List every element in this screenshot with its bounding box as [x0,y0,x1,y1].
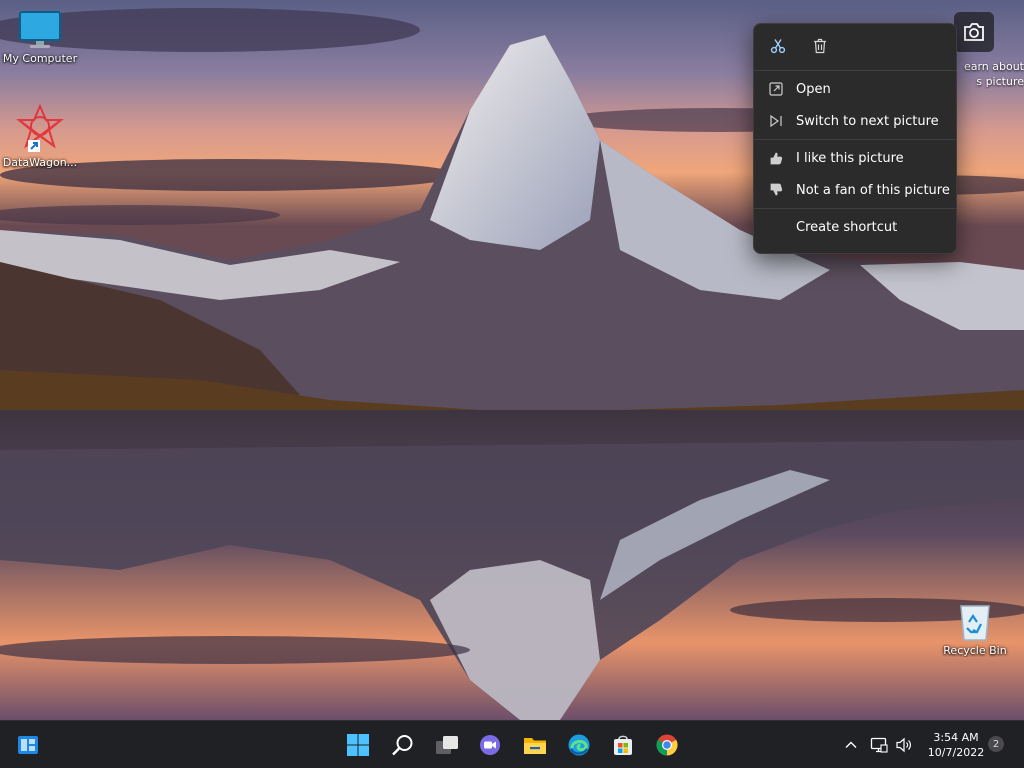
volume-button[interactable] [891,729,917,761]
windows-start-icon [347,734,369,756]
widgets-button[interactable] [12,729,44,761]
edge-button[interactable] [563,729,595,761]
show-hidden-icons-button[interactable] [838,729,864,761]
menu-separator [754,208,956,209]
volume-icon [896,737,911,753]
menu-separator [754,139,956,140]
taskbar: 3:54 AM 10/7/2022 [0,720,1024,768]
menu-separator [754,70,956,71]
quick-actions-bar [754,24,956,68]
cut-button[interactable] [766,34,790,58]
task-view-button[interactable] [431,729,463,761]
start-button[interactable] [342,729,374,761]
menu-item-next-picture[interactable]: Switch to next picture [754,105,956,137]
camera-icon [954,12,994,52]
context-menu: Open Switch to next picture I like this … [753,23,957,254]
menu-item-create-shortcut[interactable]: Create shortcut [754,211,956,243]
teams-chat-icon [480,735,500,755]
network-button[interactable] [866,729,892,761]
datawagon-label: DataWagon... [2,156,78,169]
my-computer-label: My Computer [2,52,78,65]
menu-item-next-picture-label: Switch to next picture [796,113,939,129]
widgets-icon [18,736,38,754]
notification-count-badge[interactable]: 2 [988,736,1004,752]
my-computer-icon[interactable]: My Computer [0,10,80,65]
clock-date: 10/7/2022 [927,746,985,759]
recycle-bin-label: Recycle Bin [943,644,1007,657]
chrome-icon [656,734,678,756]
menu-item-open[interactable]: Open [754,73,956,105]
search-icon [392,735,413,756]
edge-icon [568,734,590,756]
network-icon [870,737,888,753]
open-icon [768,81,784,97]
menu-item-like[interactable]: I like this picture [754,142,956,174]
menu-item-dislike[interactable]: Not a fan of this picture [754,174,956,206]
next-icon [768,113,784,129]
thumbs-down-icon [768,182,784,198]
monitor-icon [19,11,61,48]
desktop[interactable]: My Computer DataWagon... Recycle Bin ear… [0,0,1024,720]
datawagon-app-icon [16,104,64,152]
trash-icon [814,38,826,54]
datawagon-shortcut[interactable]: DataWagon... [0,104,80,169]
menu-item-dislike-label: Not a fan of this picture [796,182,950,198]
folder-icon [524,738,546,754]
menu-item-like-label: I like this picture [796,150,904,166]
menu-item-open-label: Open [796,81,831,97]
task-view-icon [436,736,458,754]
store-icon [614,735,632,755]
chevron-up-icon [845,741,857,748]
chat-button[interactable] [474,729,506,761]
delete-button[interactable] [808,34,832,58]
file-explorer-button[interactable] [519,729,551,761]
store-button[interactable] [607,729,639,761]
clock-time: 3:54 AM [933,731,979,744]
thumbs-up-icon [768,150,784,166]
recycle-bin-icon [960,605,990,641]
menu-item-create-shortcut-label: Create shortcut [796,219,898,235]
chrome-button[interactable] [651,729,683,761]
search-button[interactable] [387,729,419,761]
recycle-bin[interactable]: Recycle Bin [935,600,1015,657]
learn-about-line1: earn about [963,60,1024,73]
learn-about-line2: s picture [976,75,1024,88]
clock[interactable]: 3:54 AM 10/7/2022 [920,730,992,760]
cut-icon [770,39,786,54]
